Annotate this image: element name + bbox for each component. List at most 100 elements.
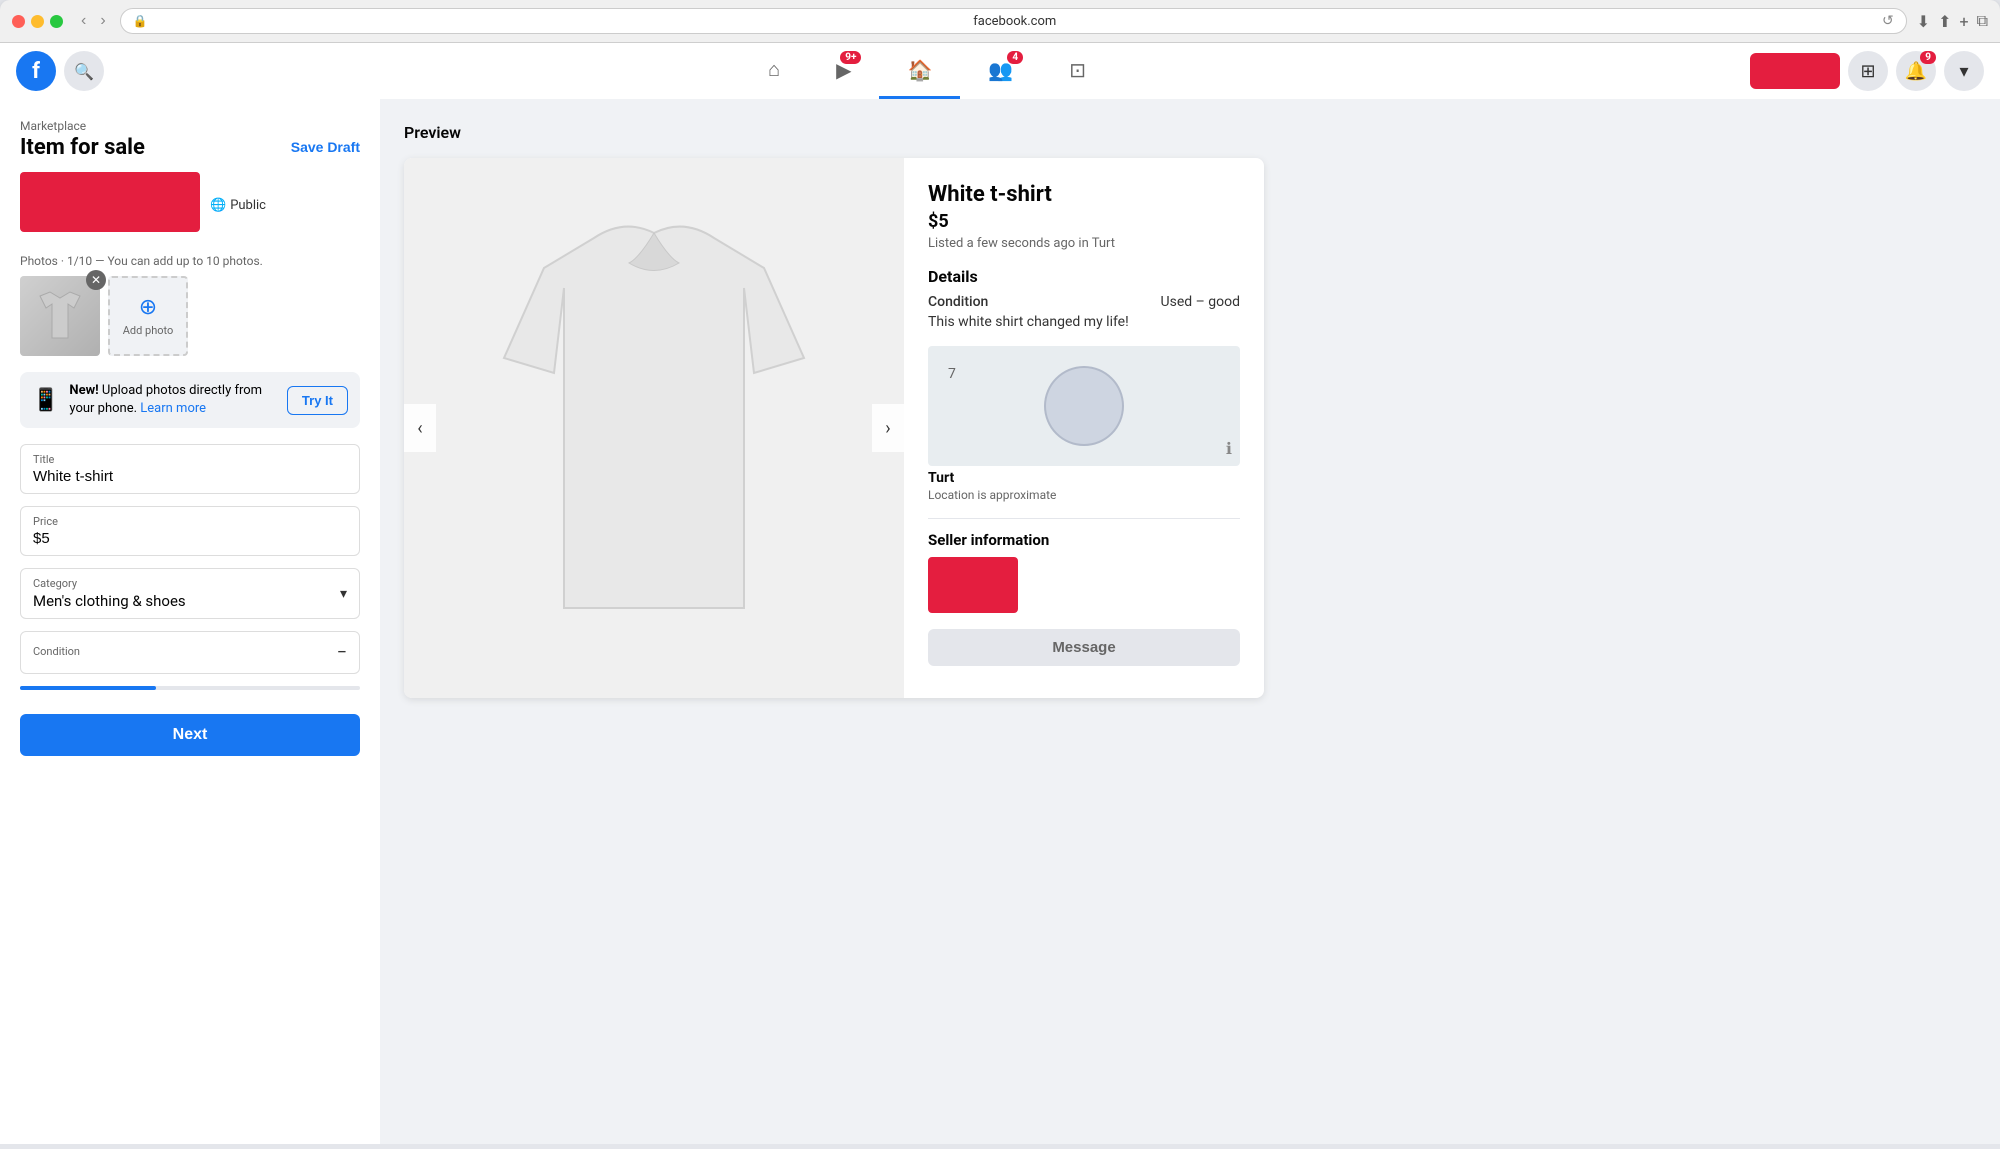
- preview-details-section: Details Condition Used – good This white…: [928, 267, 1240, 330]
- breadcrumb: Marketplace: [20, 119, 145, 133]
- nav-gaming[interactable]: ⊡: [1041, 43, 1114, 99]
- condition-field-group[interactable]: Condition −: [20, 631, 360, 674]
- map-area: 7 ℹ: [928, 346, 1240, 466]
- category-inner: Category Men's clothing & shoes: [33, 577, 340, 610]
- reload-icon[interactable]: ↺: [1882, 13, 1894, 29]
- title-input[interactable]: [33, 468, 347, 485]
- maximize-traffic-light[interactable]: [50, 15, 63, 28]
- preview-card: ‹ › White t-shirt $5 Listed a few second…: [404, 158, 1264, 698]
- learn-more-link[interactable]: Learn more: [140, 401, 206, 416]
- page-title: Item for sale: [20, 135, 145, 160]
- address-bar[interactable]: 🔒 facebook.com ↺: [120, 8, 1907, 34]
- map-info-icon[interactable]: ℹ: [1226, 439, 1232, 458]
- home-icon: ⌂: [768, 57, 780, 82]
- next-button[interactable]: Next: [20, 714, 360, 756]
- condition-label: Condition: [33, 645, 80, 658]
- facebook-logo[interactable]: f: [16, 51, 56, 91]
- preview-description: This white shirt changed my life!: [928, 314, 1240, 330]
- add-photo-button[interactable]: ⊕ Add photo: [108, 276, 188, 356]
- preview-listed: Listed a few seconds ago in Turt: [928, 236, 1240, 251]
- price-field-group: Price: [20, 506, 360, 556]
- photos-row: ✕ ⊕ Add photo: [20, 276, 360, 356]
- back-button[interactable]: ‹: [77, 10, 90, 32]
- close-traffic-light[interactable]: [12, 15, 25, 28]
- preview-divider: [928, 518, 1240, 519]
- title-field-group: Title: [20, 444, 360, 494]
- watch-badge: 9+: [840, 51, 861, 64]
- seller-avatar: [928, 557, 1018, 613]
- condition-dash: −: [337, 642, 347, 663]
- condition-detail-row: Condition Used – good: [928, 294, 1240, 310]
- account-menu-button[interactable]: ▾: [1944, 51, 1984, 91]
- photos-label: Photos · 1/10 — You can add up to 10 pho…: [20, 254, 360, 268]
- traffic-lights: [12, 15, 63, 28]
- map-circle: [1044, 366, 1124, 446]
- photo-remove-button[interactable]: ✕: [86, 270, 106, 290]
- try-it-button[interactable]: Try It: [287, 386, 348, 415]
- cover-photo-section: 🌐 Public: [20, 172, 360, 238]
- facebook-navbar: f 🔍 ⌂ ▶ 9+ 🏠 👥 4 ⊡ ⊞ 🔔: [0, 43, 2000, 99]
- preview-location: Turt: [928, 470, 1240, 486]
- notifications-badge: 9: [1920, 51, 1936, 64]
- phone-icon: 📱: [32, 388, 59, 413]
- preview-prev-button[interactable]: ‹: [404, 404, 436, 452]
- category-dropdown-arrow: ▾: [340, 586, 347, 602]
- preview-details-title: Details: [928, 267, 1240, 286]
- category-value: Men's clothing & shoes: [33, 592, 340, 610]
- marketplace-icon: 🏠: [907, 58, 932, 82]
- form-panel: Marketplace Item for sale Save Draft 🌐 P…: [0, 99, 380, 1144]
- message-button[interactable]: Message: [928, 629, 1240, 666]
- form-header: Marketplace Item for sale Save Draft: [20, 119, 360, 160]
- photo-thumbnail[interactable]: ✕: [20, 276, 100, 356]
- nav-center: ⌂ ▶ 9+ 🏠 👥 4 ⊡: [112, 43, 1742, 99]
- title-label: Title: [33, 453, 347, 466]
- nav-marketplace[interactable]: 🏠: [879, 43, 960, 99]
- red-button[interactable]: [1750, 53, 1840, 89]
- grid-menu-button[interactable]: ⊞: [1848, 51, 1888, 91]
- preview-next-button[interactable]: ›: [872, 404, 904, 452]
- tshirt-svg: [464, 188, 844, 668]
- preview-price: $5: [928, 211, 1240, 232]
- map-number: 7: [948, 366, 956, 382]
- preview-label: Preview: [404, 123, 1976, 142]
- new-badge: New!: [69, 383, 98, 398]
- nav-right: ⊞ 🔔 9 ▾: [1750, 51, 1984, 91]
- browser-right-controls: ⬇ ⬆ + ⧉: [1917, 11, 1988, 31]
- condition-detail-label: Condition: [928, 294, 988, 310]
- photo-thumb-image: [20, 276, 100, 356]
- share-icon[interactable]: ⬆: [1938, 12, 1951, 31]
- public-label: Public: [230, 198, 266, 213]
- search-button[interactable]: 🔍: [64, 51, 104, 91]
- grid-icon: ⊞: [1860, 61, 1875, 82]
- progress-bar-container: [20, 686, 360, 690]
- preview-item-title: White t-shirt: [928, 182, 1240, 207]
- gaming-icon: ⊡: [1069, 58, 1086, 82]
- add-photo-label: Add photo: [123, 324, 174, 337]
- chevron-down-icon: ▾: [1959, 61, 1968, 82]
- download-icon[interactable]: ⬇: [1917, 12, 1930, 31]
- notifications-button[interactable]: 🔔 9: [1896, 51, 1936, 91]
- category-field-group[interactable]: Category Men's clothing & shoes ▾: [20, 568, 360, 619]
- tabs-icon[interactable]: ⧉: [1977, 11, 1988, 31]
- new-tab-icon[interactable]: +: [1959, 12, 1968, 31]
- progress-bar-fill: [20, 686, 156, 690]
- cover-photo[interactable]: [20, 172, 200, 232]
- preview-panel: Preview ‹ › White t-shirt: [380, 99, 2000, 1144]
- public-icon: 🌐: [210, 198, 226, 213]
- search-icon: 🔍: [74, 62, 94, 81]
- nav-home[interactable]: ⌂: [740, 43, 808, 99]
- preview-location-approx: Location is approximate: [928, 488, 1240, 502]
- lock-icon: 🔒: [133, 14, 148, 28]
- browser-controls: ‹ ›: [77, 10, 110, 32]
- seller-info-title: Seller information: [928, 531, 1240, 549]
- upload-phone-banner: 📱 New! Upload photos directly from your …: [20, 372, 360, 428]
- upload-banner-text: New! Upload photos directly from your ph…: [69, 382, 277, 418]
- groups-badge: 4: [1007, 51, 1023, 64]
- preview-image-area: ‹ ›: [404, 158, 904, 698]
- nav-groups[interactable]: 👥 4: [960, 43, 1041, 99]
- price-input[interactable]: [33, 530, 347, 547]
- nav-watch[interactable]: ▶ 9+: [808, 43, 879, 99]
- save-draft-button[interactable]: Save Draft: [291, 119, 360, 155]
- minimize-traffic-light[interactable]: [31, 15, 44, 28]
- forward-button[interactable]: ›: [96, 10, 109, 32]
